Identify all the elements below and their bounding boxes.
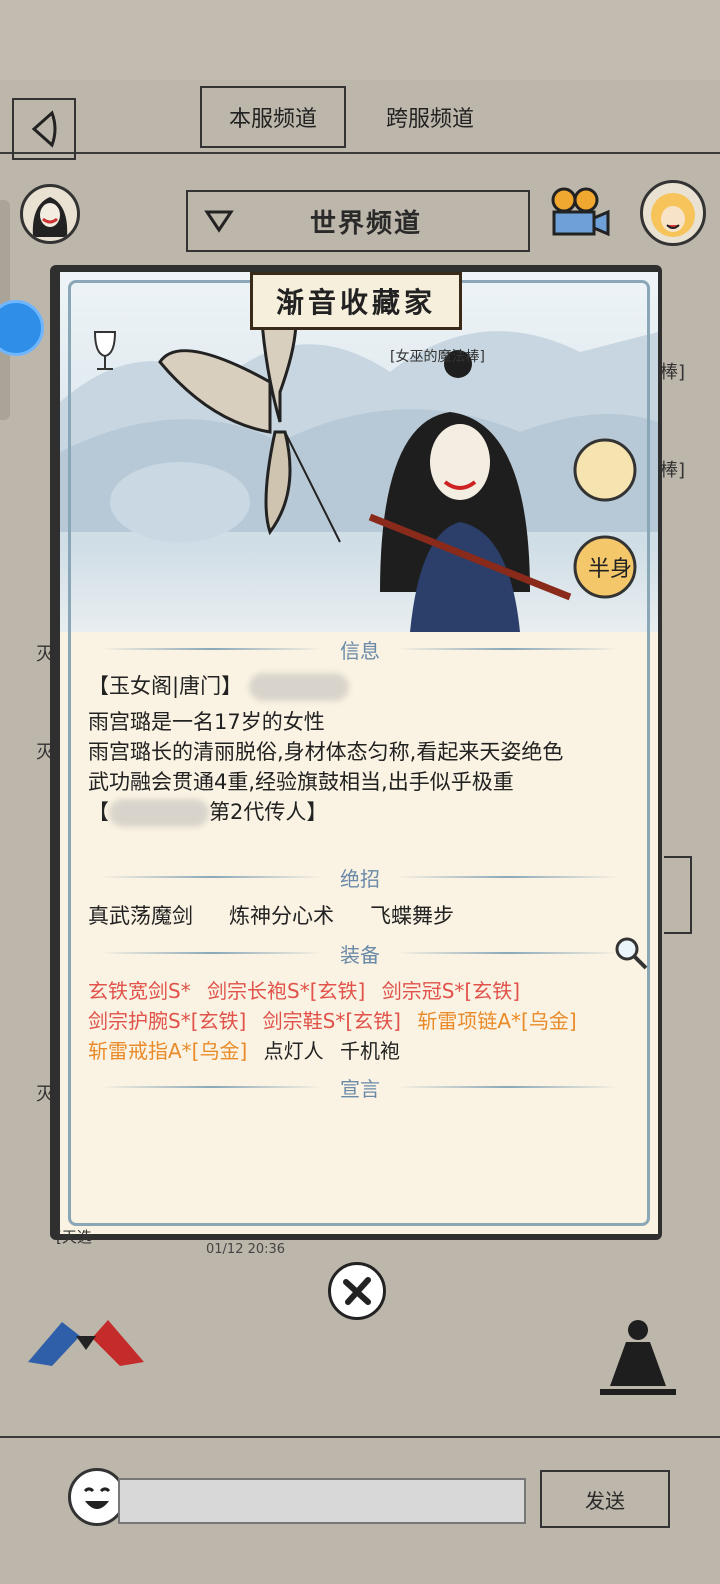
redacted-name (248, 673, 349, 701)
equipment-item[interactable]: 剑宗长袍S*[玄铁] (207, 979, 365, 1003)
close-card-button[interactable] (328, 1262, 386, 1320)
channel-selector[interactable]: 世界频道 (186, 190, 530, 252)
skill-item[interactable]: 炼神分心术 (229, 900, 334, 930)
dropdown-triangle-icon (204, 210, 234, 233)
meditation-icon (600, 1320, 676, 1395)
top-band (0, 0, 720, 80)
video-button[interactable] (546, 186, 614, 242)
section-declaration: 宣言 (100, 1072, 620, 1102)
footer-divider (0, 1436, 720, 1438)
lineage-line: 【第2代传人】 (88, 796, 327, 827)
header-divider (0, 152, 720, 154)
svg-text:半身: 半身 (588, 557, 632, 582)
faction-line: 【玉女阁|唐门】 (88, 670, 349, 701)
equipment-list: 玄铁宽剑S* 剑宗长袍S*[玄铁] 剑宗冠S*[玄铁] 剑宗护腕S*[玄铁] 剑… (88, 976, 636, 1066)
equipment-item[interactable]: 剑宗冠S*[玄铁] (382, 979, 520, 1003)
info-line-3: 武功融会贯通4重,经验旗鼓相当,出手似乎极重 (88, 770, 514, 794)
goblet-icon (93, 331, 117, 370)
message-timestamp: 01/12 20:36 (206, 1242, 286, 1257)
back-button[interactable] (12, 98, 76, 160)
send-button[interactable]: 发送 (540, 1470, 670, 1528)
skill-item[interactable]: 飞蝶舞步 (370, 900, 454, 930)
back-icon (31, 110, 57, 148)
info-line-2: 雨宫璐长的清丽脱俗,身材体态匀称,看起来天姿绝色 (88, 740, 564, 764)
tab-local-server[interactable]: 本服频道 (200, 86, 346, 148)
skills-list: 真武荡魔剑 炼神分心术 飞蝶舞步 (88, 900, 454, 930)
weapon-tag: [女巫的魔法棒] (390, 349, 485, 365)
info-line-1: 雨宫璐是一名17岁的女性 (88, 710, 325, 734)
background-tag: [天选 (56, 1228, 92, 1246)
section-skills: 绝招 (100, 862, 620, 892)
equipment-inspect-button[interactable] (612, 934, 650, 972)
companion-avatar[interactable] (640, 180, 706, 246)
magnify-icon (615, 937, 648, 970)
channel-label: 世界频道 (309, 208, 422, 239)
equipment-item[interactable]: 斩雷戒指A*[乌金] (88, 1039, 247, 1063)
equipment-item[interactable]: 千机袍 (340, 1039, 400, 1063)
background-fragment: 棒] (660, 460, 686, 481)
player-avatar[interactable] (20, 184, 80, 244)
redacted-lineage (109, 799, 209, 827)
section-equipment: 装备 (100, 938, 620, 968)
tab-cross-server[interactable]: 跨服频道 (370, 86, 490, 148)
duel-icon (28, 1320, 144, 1366)
equipment-item[interactable]: 斩雷项链A*[乌金] (417, 1009, 576, 1033)
equipment-item[interactable]: 剑宗护腕S*[玄铁] (88, 1009, 246, 1033)
camera-icon (551, 187, 610, 237)
background-fragment: 棒] (660, 362, 686, 383)
meditation-button[interactable] (596, 1316, 680, 1400)
title-plaque: 渐音收藏家 (250, 272, 462, 330)
equipment-item[interactable]: 玄铁宽剑S* (88, 979, 191, 1003)
equipment-item[interactable]: 点灯人 (264, 1039, 324, 1063)
pvp-button[interactable] (22, 1306, 150, 1370)
close-x-icon (343, 1277, 371, 1305)
background-box (664, 856, 692, 934)
chat-input[interactable] (118, 1478, 526, 1524)
section-info: 信息 (100, 634, 620, 664)
floating-assist-button[interactable] (0, 300, 44, 356)
emoji-icon (83, 1487, 111, 1509)
equipment-item[interactable]: 剑宗鞋S*[玄铁] (263, 1009, 401, 1033)
mount-icon (573, 438, 637, 502)
skill-item[interactable]: 真武荡魔剑 (88, 900, 193, 930)
